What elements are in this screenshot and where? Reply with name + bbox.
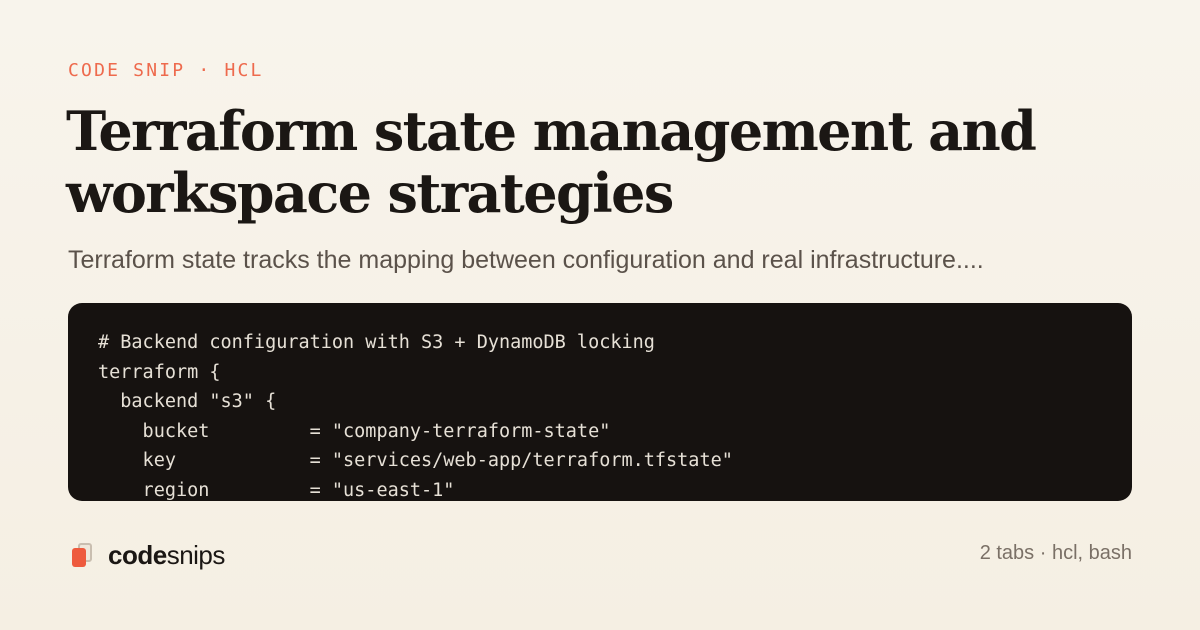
code-block: # Backend configuration with S3 + Dynamo…: [68, 303, 1132, 501]
brand-name: codesnips: [108, 540, 225, 571]
brand-name-light: snips: [166, 539, 226, 570]
code-line: # Backend configuration with S3 + Dynamo…: [98, 332, 655, 353]
eyebrow-label: CODE SNIP · HCL: [68, 60, 264, 81]
subtitle: Terraform state tracks the mapping betwe…: [68, 246, 984, 274]
code-line: key = "services/web-app/terraform.tfstat…: [98, 450, 733, 471]
stacked-pages-icon: [72, 542, 94, 568]
page-title: Terraform state management and workspace…: [66, 99, 1037, 225]
code-line: region = "us-east-1": [98, 479, 455, 501]
tabs-meta: 2 tabs · hcl, bash: [979, 542, 1132, 564]
brand-logo: codesnips: [72, 539, 225, 571]
code-line: backend "s3" {: [98, 391, 277, 412]
share-card: CODE SNIP · HCL Terraform state manageme…: [0, 0, 1200, 630]
code-line: bucket = "company-terraform-state": [98, 420, 611, 442]
code-lines: # Backend configuration with S3 + Dynamo…: [98, 328, 733, 501]
code-line: terraform {: [98, 361, 221, 383]
brand-name-bold: code: [108, 539, 167, 570]
